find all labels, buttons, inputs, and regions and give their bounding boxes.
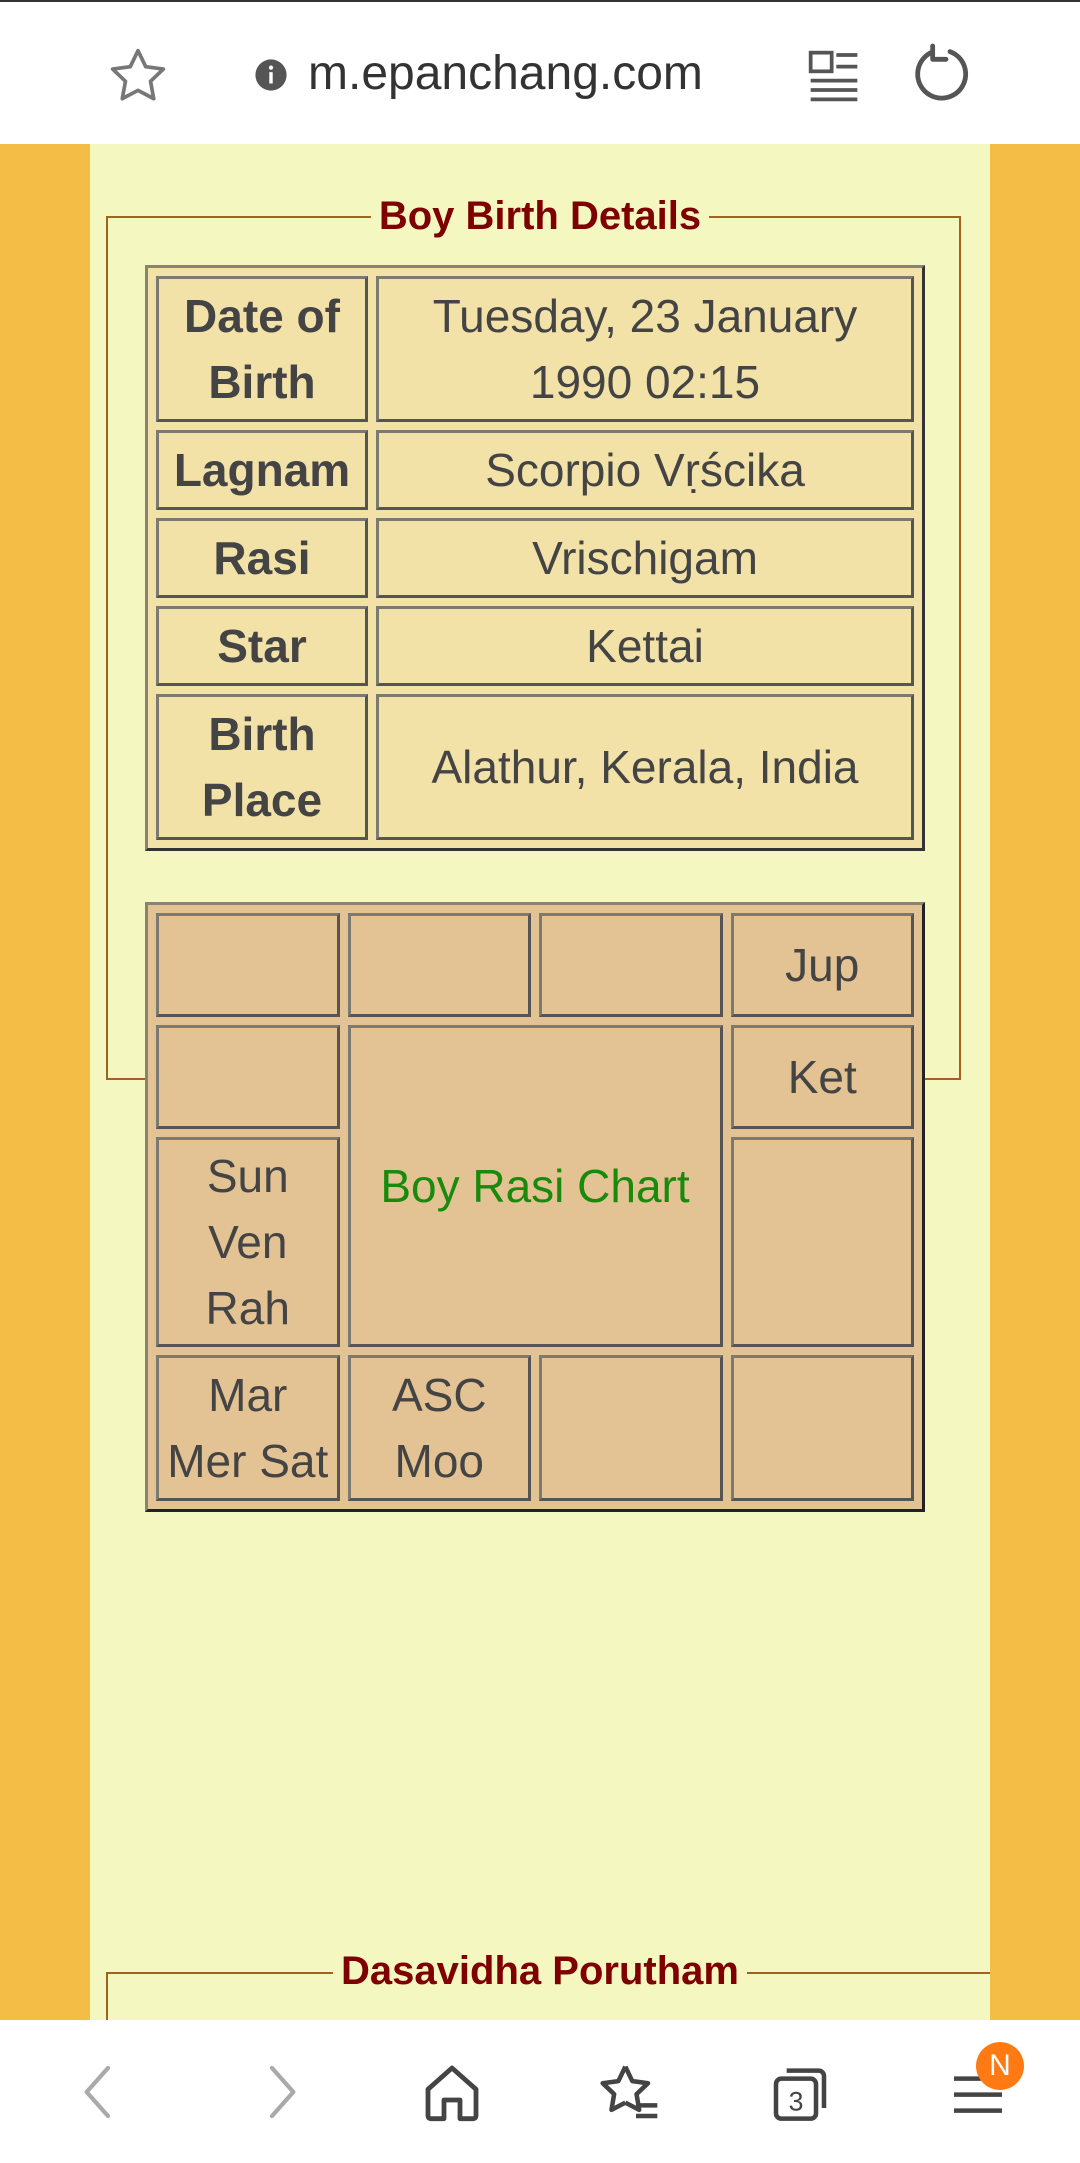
chart-house-cell: Sun Ven Rah	[156, 1137, 340, 1347]
birth-details-table: Date of Birth Tuesday, 23 January 1990 02:…	[145, 265, 925, 851]
chart-house-cell	[730, 1355, 914, 1501]
back-icon[interactable]	[68, 2060, 132, 2124]
section-title: Dasavidha Porutham	[90, 1949, 990, 1994]
chart-house-cell: Ket	[730, 1025, 914, 1129]
reader-mode-icon[interactable]	[806, 48, 862, 104]
row-label: Date of Birth	[156, 276, 368, 422]
row-value: Scorpio Vṛścika	[376, 430, 914, 510]
section-title: Boy Birth Details	[90, 194, 990, 239]
bookmarks-icon[interactable]	[596, 2060, 660, 2124]
chart-house-cell	[156, 913, 340, 1017]
row-label: Birth Place	[156, 694, 368, 840]
tab-count: 3	[789, 2087, 804, 2117]
rasi-chart-grid: Jup Boy Rasi Chart Ket Sun Ven Rah Mar Mer …	[145, 902, 925, 1512]
chart-row: Mar Mer Sat ASC Moo	[156, 1355, 914, 1501]
chart-house-cell	[156, 1025, 340, 1129]
row-value: Tuesday, 23 January 1990 02:15	[376, 276, 914, 422]
home-icon[interactable]	[420, 2060, 484, 2124]
chart-house-cell	[539, 913, 723, 1017]
chart-row: Boy Rasi Chart Ket	[156, 1025, 914, 1347]
chart-house-cell	[347, 913, 531, 1017]
reload-icon[interactable]	[910, 42, 974, 106]
address-bar-url[interactable]: m.epanchang.com	[308, 46, 703, 102]
row-value: Alathur, Kerala, India	[376, 694, 914, 840]
row-label: Rasi	[156, 518, 368, 598]
chart-house-cell: Jup	[730, 913, 914, 1017]
page-content: Boy Birth Details Date of Birth Tuesday, …	[90, 144, 990, 2032]
chart-house-cell	[539, 1355, 723, 1501]
site-info-icon[interactable]	[254, 58, 288, 92]
notification-badge: N	[976, 2042, 1024, 2090]
table-row: Star Kettai	[156, 606, 914, 686]
chart-house-cell: ASC Moo	[347, 1355, 531, 1501]
table-row: Rasi Vrischigam	[156, 518, 914, 598]
tabs-icon[interactable]: 3	[768, 2060, 832, 2124]
chart-row: Jup	[156, 913, 914, 1017]
chart-house-cell: Mar Mer Sat	[156, 1355, 340, 1501]
rasi-chart-title: Boy Rasi Chart	[347, 1025, 723, 1347]
row-label: Lagnam	[156, 430, 368, 510]
browser-bottom-bar: 3 N	[0, 2020, 1080, 2163]
table-row: Birth Place Alathur, Kerala, India	[156, 694, 914, 840]
row-value: Vrischigam	[376, 518, 914, 598]
row-label: Star	[156, 606, 368, 686]
forward-icon[interactable]	[248, 2060, 312, 2124]
chart-house-cell	[730, 1137, 914, 1347]
browser-toolbar: m.epanchang.com	[0, 0, 1080, 144]
bookmark-star-icon[interactable]	[106, 44, 170, 108]
table-row: Lagnam Scorpio Vṛścika	[156, 430, 914, 510]
table-row: Date of Birth Tuesday, 23 January 1990 02:…	[156, 276, 914, 422]
row-value: Kettai	[376, 606, 914, 686]
